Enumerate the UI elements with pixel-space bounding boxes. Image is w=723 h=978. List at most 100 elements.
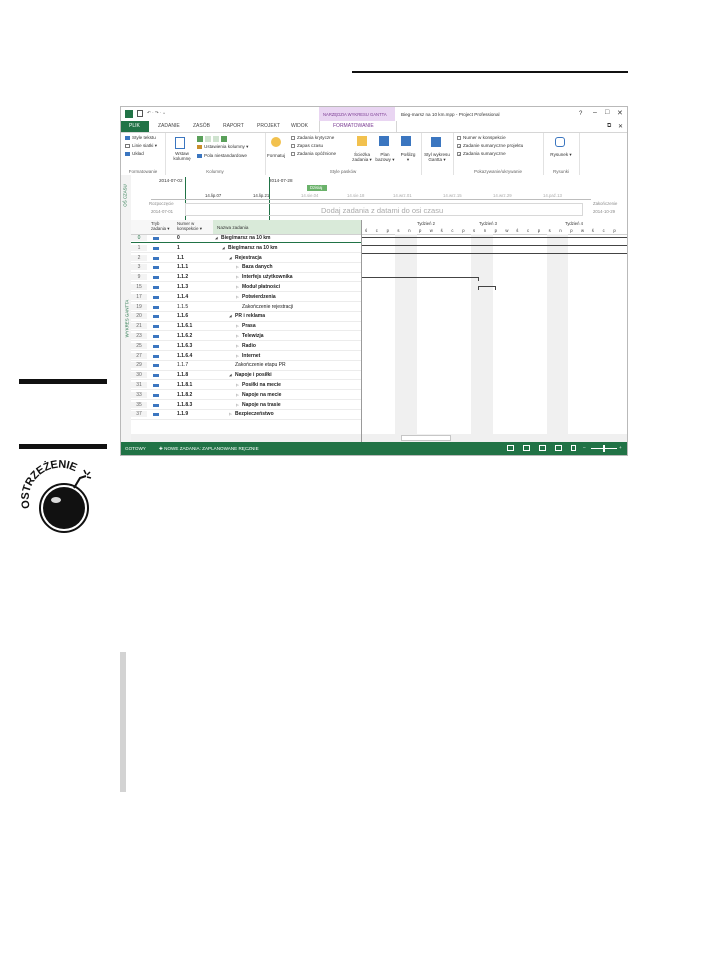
text-styles-button[interactable]: Style tekstu bbox=[132, 135, 156, 140]
project-summary-checkbox[interactable]: ✓ bbox=[457, 144, 461, 149]
table-row[interactable]: 19 1.1.5 Zakończenie rejestracji bbox=[131, 303, 361, 312]
app-icon[interactable] bbox=[125, 110, 133, 118]
summary-bar-2[interactable] bbox=[362, 253, 627, 254]
chart-scrollbar-thumb[interactable] bbox=[401, 435, 451, 441]
column-settings-button[interactable]: Ustawienia kolumny ▾ bbox=[204, 144, 248, 150]
tab-project[interactable]: PROJEKT bbox=[257, 123, 280, 129]
view-team-planner-icon[interactable] bbox=[539, 445, 546, 451]
minimize-icon[interactable]: – bbox=[593, 109, 597, 116]
task-bar-interface[interactable] bbox=[362, 277, 479, 278]
collapse-arrow-icon[interactable]: ◢ bbox=[222, 246, 225, 250]
table-row[interactable]: 3 1.1.1 ▷ Baza danych bbox=[131, 263, 361, 273]
maximize-icon[interactable]: □ bbox=[605, 109, 609, 116]
table-row[interactable]: 17 1.1.4 ▷ Potwierdzenia bbox=[131, 293, 361, 302]
view-report-icon[interactable] bbox=[571, 445, 576, 451]
tab-report[interactable]: RAPORT bbox=[223, 123, 244, 129]
align-right-icon[interactable] bbox=[213, 136, 219, 142]
slack-checkbox[interactable] bbox=[291, 144, 295, 148]
table-scrollbar[interactable] bbox=[131, 434, 361, 442]
baseline-button[interactable]: Plan bazowy ▾ bbox=[375, 152, 395, 163]
table-row[interactable]: 20 1.1.6 ◢ PR i reklama bbox=[131, 312, 361, 322]
collapse-arrow-icon[interactable]: ◢ bbox=[229, 373, 232, 377]
row-task-name[interactable]: Napoje i posiłki bbox=[235, 372, 272, 378]
quick-access-toolbar[interactable]: ↶ · ↷ · ₌ bbox=[147, 110, 165, 116]
collapse-arrow-icon[interactable]: ◢ bbox=[229, 256, 232, 260]
expand-arrow-icon[interactable]: ▷ bbox=[236, 344, 239, 348]
expand-arrow-icon[interactable]: ▷ bbox=[236, 393, 239, 397]
late-tasks-checkbox[interactable] bbox=[291, 152, 295, 156]
expand-arrow-icon[interactable]: ▷ bbox=[236, 324, 239, 328]
table-row[interactable]: 27 1.1.6.4 ▷ Internet bbox=[131, 352, 361, 361]
row-task-name[interactable]: Telewizja bbox=[242, 333, 264, 339]
restore-ribbon-icon[interactable]: ⧉ bbox=[607, 123, 611, 130]
row-task-name[interactable]: PR i reklama bbox=[235, 313, 265, 319]
close-doc-icon[interactable]: ✕ bbox=[618, 123, 623, 130]
align-center-icon[interactable] bbox=[205, 136, 211, 142]
row-task-name[interactable]: Moduł płatności bbox=[242, 284, 280, 290]
tab-task[interactable]: ZADANIE bbox=[158, 123, 180, 129]
row-task-name[interactable]: Baza danych bbox=[242, 264, 273, 270]
custom-fields-button[interactable]: Pola niestandardowe bbox=[204, 153, 247, 158]
layout-button[interactable]: Układ bbox=[132, 151, 144, 156]
help-button[interactable]: ? bbox=[579, 111, 582, 117]
expand-arrow-icon[interactable]: ▷ bbox=[236, 275, 239, 279]
wrap-text-icon[interactable] bbox=[221, 136, 227, 142]
close-icon[interactable]: ✕ bbox=[617, 109, 623, 117]
table-row[interactable]: 21 1.1.6.1 ▷ Prasa bbox=[131, 322, 361, 332]
task-bar-payment[interactable] bbox=[478, 286, 496, 287]
expand-arrow-icon[interactable]: ▷ bbox=[236, 285, 239, 289]
row-task-name[interactable]: Napoje na mecie bbox=[242, 392, 281, 398]
collapse-arrow-icon[interactable]: ◢ bbox=[229, 314, 232, 318]
task-path-button[interactable]: Ścieżka zadania ▾ bbox=[351, 152, 373, 163]
tab-view[interactable]: WIDOK bbox=[291, 123, 308, 129]
slippage-button[interactable]: Poślizg ▾ bbox=[399, 152, 417, 163]
table-row[interactable]: 23 1.1.6.2 ▷ Telewizja bbox=[131, 332, 361, 342]
row-task-name[interactable]: Internet bbox=[242, 353, 260, 359]
summary-tasks-checkbox[interactable]: ✓ bbox=[457, 152, 461, 157]
save-icon[interactable] bbox=[137, 110, 143, 117]
summary-bar-0[interactable] bbox=[362, 237, 627, 238]
view-task-usage-icon[interactable] bbox=[523, 445, 530, 451]
row-task-name[interactable]: Bieg/marsz na 10 km bbox=[221, 235, 270, 241]
align-left-icon[interactable] bbox=[197, 136, 203, 142]
table-row[interactable]: 37 1.1.9 ▷ Bezpieczeństwo bbox=[131, 410, 361, 420]
splitter[interactable] bbox=[361, 220, 362, 442]
expand-arrow-icon[interactable]: ▷ bbox=[236, 265, 239, 269]
table-row[interactable]: 15 1.1.3 ▷ Moduł płatności bbox=[131, 283, 361, 293]
header-wbs[interactable]: Numer w konspekcie ▾ bbox=[177, 221, 211, 232]
table-row[interactable]: 31 1.1.8.1 ▷ Posiłki na mecie bbox=[131, 381, 361, 391]
row-task-name[interactable]: Radio bbox=[242, 343, 256, 349]
row-task-name[interactable]: Zakończenie etapu PR bbox=[235, 362, 286, 368]
tab-resource[interactable]: ZASÓB bbox=[193, 123, 210, 129]
expand-arrow-icon[interactable]: ▷ bbox=[236, 403, 239, 407]
view-resource-icon[interactable] bbox=[555, 445, 562, 451]
row-task-name[interactable]: Interfejs użytkownika bbox=[242, 274, 293, 280]
expand-arrow-icon[interactable]: ▷ bbox=[229, 412, 232, 416]
zoom-slider-thumb[interactable] bbox=[603, 445, 605, 452]
table-row[interactable]: 25 1.1.6.3 ▷ Radio bbox=[131, 342, 361, 351]
drawing-button[interactable]: Rysunek ▾ bbox=[545, 152, 577, 158]
zoom-out-icon[interactable]: – bbox=[583, 445, 586, 450]
header-name[interactable]: Nazwa zadania bbox=[217, 225, 248, 230]
row-task-name[interactable]: Zakończenie rejestracji bbox=[242, 304, 293, 310]
outline-number-checkbox[interactable] bbox=[457, 136, 461, 140]
table-row[interactable]: 9 1.1.2 ▷ Interfejs użytkownika bbox=[131, 273, 361, 283]
collapse-arrow-icon[interactable]: ◢ bbox=[215, 236, 218, 240]
row-task-name[interactable]: Potwierdzenia bbox=[242, 294, 276, 300]
row-task-name[interactable]: Prasa bbox=[242, 323, 256, 329]
format-button[interactable]: Formatuj bbox=[267, 153, 285, 158]
gantt-style-button[interactable]: Styl wykresu Gantta ▾ bbox=[421, 152, 453, 163]
expand-arrow-icon[interactable]: ▷ bbox=[236, 295, 239, 299]
status-new-tasks[interactable]: ✚ NOWE ZADANIA: ZAPLANOWANE RĘCZNIE bbox=[159, 446, 259, 452]
header-mode[interactable]: Tryb zadania ▾ bbox=[151, 221, 173, 232]
gridlines-button[interactable]: Linie siatki ▾ bbox=[132, 143, 157, 149]
row-task-name[interactable]: Bezpieczeństwo bbox=[235, 411, 274, 417]
table-row[interactable]: 35 1.1.8.3 ▷ Napoje na trasie bbox=[131, 401, 361, 410]
table-row[interactable]: 33 1.1.8.2 ▷ Napoje na mecie bbox=[131, 391, 361, 400]
table-row[interactable]: 1 1 ◢ Bieg/marsz na 10 km bbox=[131, 244, 361, 253]
expand-arrow-icon[interactable]: ▷ bbox=[236, 354, 239, 358]
row-task-name[interactable]: Napoje na trasie bbox=[242, 402, 281, 408]
view-gantt-icon[interactable] bbox=[507, 445, 514, 451]
timeline-pane[interactable]: OŚ CZASU 2014-07-02 2014-07-28 Dzisiaj 1… bbox=[121, 175, 627, 221]
row-task-name[interactable]: Posiłki na mecie bbox=[242, 382, 281, 388]
